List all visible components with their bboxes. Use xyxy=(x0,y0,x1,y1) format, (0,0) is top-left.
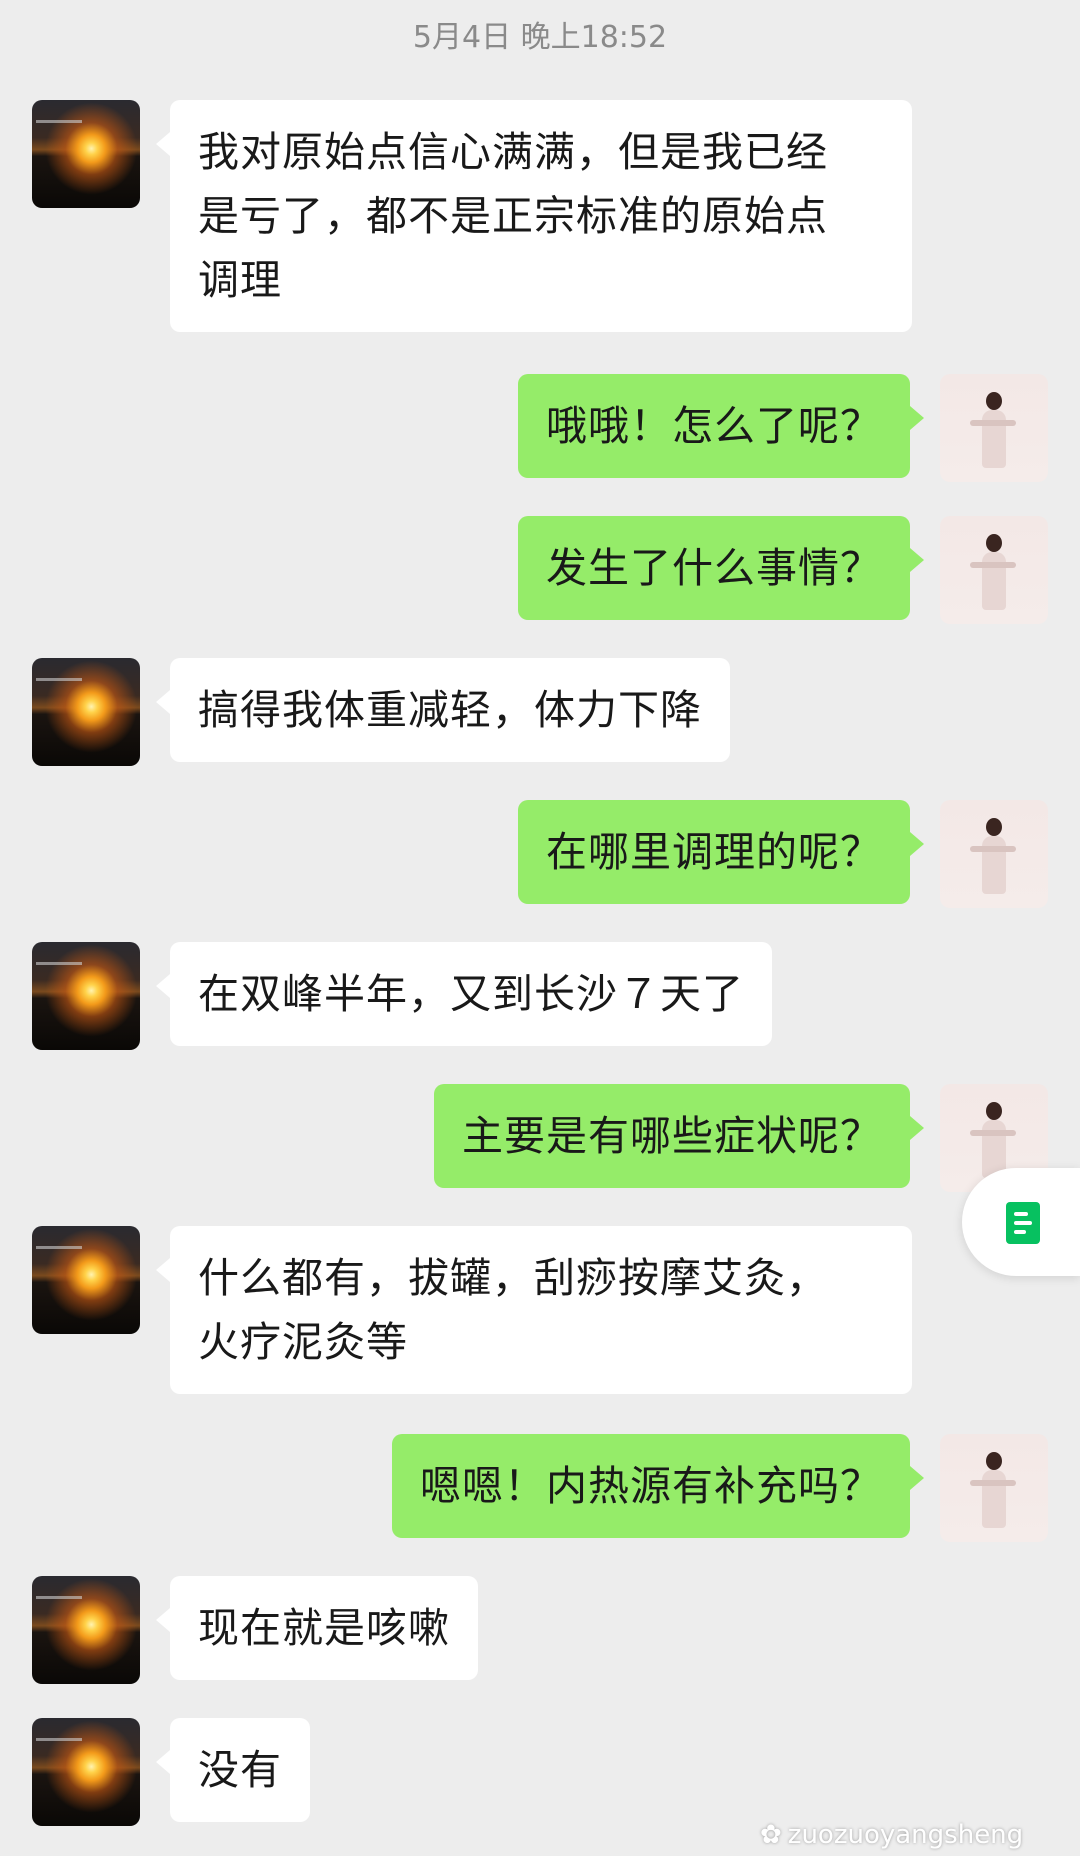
contact-avatar[interactable] xyxy=(32,1226,140,1334)
floating-document-button[interactable] xyxy=(962,1168,1080,1276)
my-avatar[interactable] xyxy=(940,1434,1048,1542)
incoming-message-bubble[interactable]: 在双峰半年，又到长沙７天了 xyxy=(156,942,772,1046)
my-avatar[interactable] xyxy=(940,800,1048,908)
contact-avatar[interactable] xyxy=(32,942,140,1050)
contact-avatar[interactable] xyxy=(32,1718,140,1826)
my-avatar[interactable] xyxy=(940,374,1048,482)
wechat-official-account-icon: ✿ xyxy=(760,1820,782,1850)
document-icon xyxy=(1006,1202,1040,1244)
outgoing-message-bubble[interactable]: 发生了什么事情？ xyxy=(518,516,924,620)
watermark: ✿ zuozuoyangsheng xyxy=(760,1820,1023,1850)
incoming-message-bubble[interactable]: 现在就是咳嗽 xyxy=(156,1576,478,1680)
watermark-text: zuozuoyangsheng xyxy=(787,1820,1024,1850)
outgoing-message-bubble[interactable]: 在哪里调理的呢？ xyxy=(518,800,924,904)
contact-avatar[interactable] xyxy=(32,658,140,766)
outgoing-message-bubble[interactable]: 哦哦！怎么了呢？ xyxy=(518,374,924,478)
contact-avatar[interactable] xyxy=(32,1576,140,1684)
incoming-message-bubble[interactable]: 没有 xyxy=(156,1718,310,1822)
incoming-message-bubble[interactable]: 搞得我体重减轻，体力下降 xyxy=(156,658,730,762)
my-avatar[interactable] xyxy=(940,516,1048,624)
outgoing-message-bubble[interactable]: 主要是有哪些症状呢？ xyxy=(434,1084,924,1188)
outgoing-message-bubble[interactable]: 嗯嗯！内热源有补充吗？ xyxy=(392,1434,924,1538)
incoming-message-bubble[interactable]: 我对原始点信心满满，但是我已经 是亏了，都不是正宗标准的原始点 调理 xyxy=(156,100,912,332)
incoming-message-bubble[interactable]: 什么都有，拔罐，刮痧按摩艾灸， 火疗泥灸等 xyxy=(156,1226,912,1394)
chat-timestamp: 5月4日 晚上18:52 xyxy=(412,20,668,55)
contact-avatar[interactable] xyxy=(32,100,140,208)
